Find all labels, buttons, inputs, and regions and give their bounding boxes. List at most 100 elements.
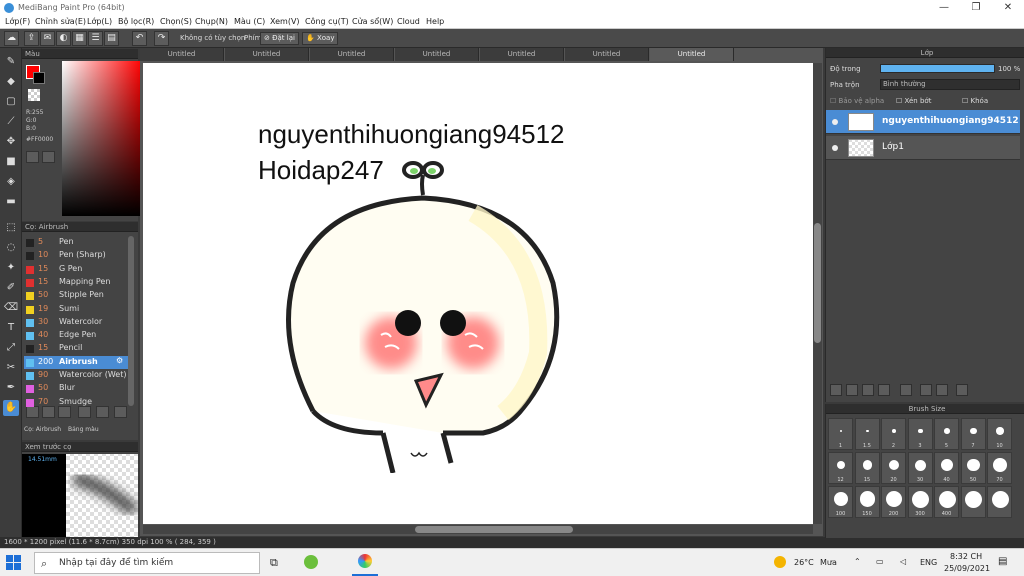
- bucket-tool-icon[interactable]: ◈: [3, 174, 19, 190]
- duplicate-layer-icon[interactable]: [920, 384, 932, 396]
- brush-size-cell[interactable]: 12: [828, 452, 853, 484]
- medibang-app-icon[interactable]: [358, 554, 372, 568]
- brush-list-item[interactable]: 19 Sumi: [24, 303, 128, 316]
- lock-checkbox[interactable]: ☐ Khóa: [962, 97, 988, 105]
- brush-size-cell[interactable]: 15: [854, 452, 880, 484]
- hand-tool-icon[interactable]: ✋: [3, 400, 19, 416]
- brush-tool-icon[interactable]: ✎: [3, 54, 19, 70]
- gradient-tool-icon[interactable]: ▬: [3, 194, 19, 210]
- transparent-color-swatch[interactable]: [28, 89, 40, 101]
- redo-icon[interactable]: ↷: [154, 31, 169, 46]
- menu-help[interactable]: Help: [426, 17, 444, 26]
- brush-size-cell[interactable]: 50: [960, 452, 986, 484]
- brush-size-cell[interactable]: 40: [934, 452, 959, 484]
- palette-icon[interactable]: [26, 151, 39, 163]
- taskbar-search-input[interactable]: ⌕ Nhập tại đây để tìm kiếm: [34, 552, 260, 574]
- document-tab[interactable]: Untitled: [140, 48, 224, 61]
- brush-size-cell[interactable]: 1.5: [854, 418, 880, 450]
- language-indicator[interactable]: ENG: [920, 558, 937, 567]
- menu-file[interactable]: Lớp(F): [5, 17, 30, 26]
- line-tool-icon[interactable]: ⟋: [3, 114, 19, 130]
- brush-list-scrollbar[interactable]: [128, 236, 134, 406]
- canvas-horizontal-scrollbar[interactable]: [143, 525, 813, 534]
- visibility-eye-icon[interactable]: [832, 119, 838, 125]
- menu-tools[interactable]: Công cụ(T): [305, 17, 349, 26]
- text-tool-icon[interactable]: T: [3, 320, 19, 336]
- brush-settings-gear-icon[interactable]: ⚙: [116, 356, 123, 365]
- brush-list-item[interactable]: 10 Pen (Sharp): [24, 249, 128, 262]
- menu-cloud[interactable]: Cloud: [397, 17, 420, 26]
- document-tab[interactable]: Untitled: [395, 48, 479, 61]
- horizontal-scroll-thumb[interactable]: [415, 526, 573, 533]
- brush-size-cell[interactable]: 400: [934, 486, 959, 518]
- brush-list-item[interactable]: 5 Pen: [24, 236, 128, 249]
- brush-list-item[interactable]: 30 Watercolor: [24, 316, 128, 329]
- brush-list-item[interactable]: 15 Mapping Pen: [24, 276, 128, 289]
- operation-tool-icon[interactable]: ⤢: [3, 340, 19, 356]
- brush-size-cell[interactable]: 2: [881, 418, 906, 450]
- tab-brush[interactable]: Cọ: Airbrush: [24, 426, 61, 433]
- menu-capture[interactable]: Chụp(N): [195, 17, 228, 26]
- brush-list-item[interactable]: 15 Pencil: [24, 342, 128, 355]
- blend-mode-select[interactable]: Bình thường: [880, 79, 1020, 90]
- palette-add-icon[interactable]: [42, 151, 55, 163]
- document-tab[interactable]: Untitled: [650, 48, 734, 61]
- brush-size-cell[interactable]: 30: [907, 452, 933, 484]
- opacity-slider[interactable]: [880, 64, 995, 73]
- mask-icon[interactable]: ◐: [56, 31, 71, 46]
- brush-size-cell[interactable]: 70: [987, 452, 1012, 484]
- new-8bit-layer-icon[interactable]: [862, 384, 874, 396]
- task-view-icon[interactable]: ⧉: [270, 556, 278, 570]
- brush-size-cell[interactable]: [960, 486, 986, 518]
- menu-view[interactable]: Xem(V): [270, 17, 300, 26]
- brush-list-item[interactable]: 90 Watercolor (Wet): [24, 369, 128, 382]
- lasso-tool-icon[interactable]: ◌: [3, 240, 19, 256]
- select-tool-icon[interactable]: ⬚: [3, 220, 19, 236]
- magic-wand-tool-icon[interactable]: ✦: [3, 260, 19, 276]
- visibility-eye-icon[interactable]: [832, 145, 838, 151]
- maximize-button[interactable]: ❐: [962, 1, 990, 15]
- vertical-scroll-thumb[interactable]: [814, 223, 821, 343]
- background-color-swatch[interactable]: [33, 72, 45, 84]
- document-tab[interactable]: Untitled: [565, 48, 649, 61]
- select-eraser-tool-icon[interactable]: ⌫: [3, 300, 19, 316]
- select-pen-tool-icon[interactable]: ✐: [3, 280, 19, 296]
- clock-date[interactable]: 25/09/2021: [944, 564, 990, 573]
- brush-size-cell[interactable]: 200: [881, 486, 906, 518]
- brush-size-cell[interactable]: 3: [907, 418, 933, 450]
- divide-tool-icon[interactable]: ✂: [3, 360, 19, 376]
- eraser-tool-icon[interactable]: ◆: [3, 74, 19, 90]
- brush-size-cell[interactable]: 5: [934, 418, 959, 450]
- new-layer-icon[interactable]: [830, 384, 842, 396]
- reset-button[interactable]: ⊘ Đặt lại: [260, 32, 299, 45]
- rotate-button[interactable]: ✋ Xoay: [302, 32, 339, 45]
- protect-alpha-checkbox[interactable]: ☐ Bảo vệ alpha: [830, 97, 884, 105]
- minimize-button[interactable]: —: [930, 1, 958, 15]
- brush-list-item[interactable]: 40 Edge Pen: [24, 329, 128, 342]
- brush-list-item[interactable]: 200 Airbrush ⚙: [24, 355, 128, 369]
- cloud-icon[interactable]: ☁: [4, 31, 19, 46]
- saturation-value-picker[interactable]: [62, 61, 142, 216]
- share-icon[interactable]: ⇪: [24, 31, 39, 46]
- undo-icon[interactable]: ↶: [132, 31, 147, 46]
- fill-rect-tool-icon[interactable]: ■: [3, 154, 19, 170]
- brush-size-cell[interactable]: 100: [828, 486, 853, 518]
- eyedropper-tool-icon[interactable]: ✒: [3, 380, 19, 396]
- add-layer-menu-icon[interactable]: [878, 384, 890, 396]
- merge-layer-icon[interactable]: [936, 384, 948, 396]
- comment-icon[interactable]: ✉: [40, 31, 55, 46]
- tab-palette[interactable]: Bảng màu: [68, 426, 99, 433]
- canvas-vertical-scrollbar[interactable]: [813, 63, 822, 524]
- menu-select[interactable]: Chọn(S): [160, 17, 192, 26]
- brush-size-cell[interactable]: 20: [881, 452, 906, 484]
- menu-window[interactable]: Cửa sổ(W): [352, 17, 393, 26]
- brush-size-cell[interactable]: [987, 486, 1012, 518]
- drawing-canvas[interactable]: nguyenthihuongiang94512 Hoidap247: [143, 63, 813, 524]
- pinned-app-icon[interactable]: [304, 555, 318, 569]
- grid-icon[interactable]: ▦: [72, 31, 87, 46]
- brush-list-item[interactable]: 70 Smudge: [24, 396, 128, 409]
- brush-size-cell[interactable]: 300: [907, 486, 933, 518]
- brush-list-item[interactable]: 50 Stipple Pen: [24, 289, 128, 302]
- brush-list-item[interactable]: 50 Blur: [24, 382, 128, 395]
- menu-edit[interactable]: Chỉnh sửa(E): [35, 17, 86, 26]
